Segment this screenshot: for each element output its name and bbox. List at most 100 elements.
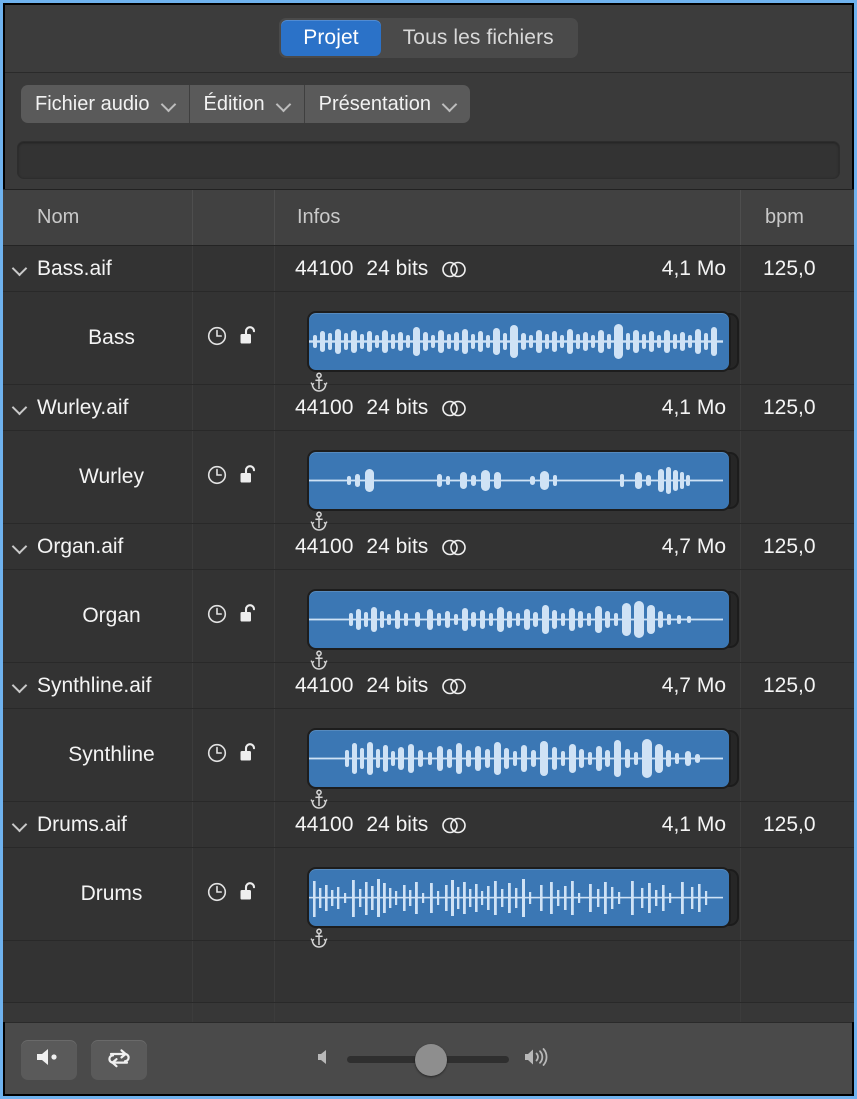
search-bar-container bbox=[3, 135, 854, 189]
file-name-cell[interactable]: Synthline.aif bbox=[3, 663, 193, 708]
sample-rate-label: 44100 bbox=[295, 396, 353, 420]
file-status-cell bbox=[193, 802, 275, 847]
stereo-icon bbox=[441, 399, 467, 416]
region-name-cell[interactable]: Organ bbox=[3, 570, 193, 662]
file-bpm-label: 125,0 bbox=[763, 257, 816, 281]
table-empty-row bbox=[3, 1003, 854, 1022]
file-status-cell bbox=[193, 663, 275, 708]
unlocked-padlock-icon[interactable] bbox=[237, 463, 261, 492]
clock-icon[interactable] bbox=[206, 464, 228, 491]
file-name-cell[interactable]: Wurley.aif bbox=[3, 385, 193, 430]
stereo-icon bbox=[441, 538, 467, 555]
table-row[interactable]: Drums.aif 44100 24 bits 4,1 Mo 125,0 bbox=[3, 802, 854, 848]
column-header-nom[interactable]: Nom bbox=[3, 190, 193, 245]
table-row[interactable]: Drums bbox=[3, 848, 854, 941]
region-status-cell bbox=[193, 292, 275, 384]
waveform-organ bbox=[309, 591, 729, 648]
waveform-synthline bbox=[309, 730, 729, 787]
column-header-status[interactable] bbox=[193, 190, 275, 245]
audio-region-clip[interactable] bbox=[307, 589, 731, 650]
speaker-dot-icon bbox=[34, 1045, 64, 1074]
menu-fichier-audio-label: Fichier audio bbox=[35, 93, 150, 116]
region-waveform-cell[interactable] bbox=[275, 431, 741, 523]
table-row[interactable]: Bass.aif 44100 24 bits 4,1 Mo 125,0 bbox=[3, 246, 854, 292]
volume-slider[interactable] bbox=[347, 1047, 509, 1073]
chevron-down-icon[interactable] bbox=[11, 816, 29, 834]
table-row[interactable]: Wurley bbox=[3, 431, 854, 524]
unlocked-padlock-icon[interactable] bbox=[237, 324, 261, 353]
region-waveform-cell[interactable] bbox=[275, 709, 741, 801]
region-waveform-cell[interactable] bbox=[275, 570, 741, 662]
loop-button[interactable] bbox=[91, 1040, 147, 1080]
bit-depth-label: 24 bits bbox=[366, 535, 428, 559]
region-status-cell bbox=[193, 848, 275, 940]
column-header-infos-label: Infos bbox=[297, 206, 340, 229]
region-bpm-cell bbox=[741, 709, 854, 801]
preview-playback-button[interactable] bbox=[21, 1040, 77, 1080]
chevron-down-icon[interactable] bbox=[11, 677, 29, 695]
region-waveform-cell[interactable] bbox=[275, 848, 741, 940]
volume-slider-knob[interactable] bbox=[415, 1044, 447, 1076]
speaker-high-icon bbox=[521, 1045, 555, 1074]
file-name-cell[interactable]: Drums.aif bbox=[3, 802, 193, 847]
file-info-cell: 44100 24 bits 4,7 Mo bbox=[275, 524, 741, 569]
region-bpm-cell bbox=[741, 570, 854, 662]
file-name-cell[interactable]: Organ.aif bbox=[3, 524, 193, 569]
waveform-bass bbox=[309, 313, 729, 370]
tab-projet[interactable]: Projet bbox=[281, 20, 380, 56]
table-row[interactable]: Synthline.aif 44100 24 bits 4,7 Mo 125,0 bbox=[3, 663, 854, 709]
file-bpm-label: 125,0 bbox=[763, 535, 816, 559]
table-row[interactable]: Bass bbox=[3, 292, 854, 385]
table-row[interactable]: Organ.aif 44100 24 bits 4,7 Mo 125,0 bbox=[3, 524, 854, 570]
chevron-down-icon[interactable] bbox=[11, 260, 29, 278]
region-name-cell[interactable]: Wurley bbox=[3, 431, 193, 523]
audio-region-clip[interactable] bbox=[307, 728, 731, 789]
file-size-label: 4,1 Mo bbox=[662, 396, 726, 420]
menu-fichier-audio[interactable]: Fichier audio bbox=[21, 85, 190, 123]
volume-control[interactable] bbox=[313, 1045, 555, 1074]
column-header-infos[interactable]: Infos bbox=[275, 190, 741, 245]
search-input[interactable] bbox=[28, 150, 829, 171]
unlocked-padlock-icon[interactable] bbox=[237, 741, 261, 770]
chevron-down-icon[interactable] bbox=[11, 399, 29, 417]
file-info-cell: 44100 24 bits 4,1 Mo bbox=[275, 385, 741, 430]
anchor-icon bbox=[309, 372, 329, 392]
view-mode-segmented-control[interactable]: Projet Tous les fichiers bbox=[279, 18, 578, 58]
table-row[interactable]: Synthline bbox=[3, 709, 854, 802]
search-field[interactable] bbox=[17, 141, 840, 179]
region-name-cell[interactable]: Synthline bbox=[3, 709, 193, 801]
chevron-down-icon[interactable] bbox=[11, 538, 29, 556]
region-status-cell bbox=[193, 570, 275, 662]
stereo-icon bbox=[441, 260, 467, 277]
clock-icon[interactable] bbox=[206, 881, 228, 908]
table-row[interactable]: Organ bbox=[3, 570, 854, 663]
audio-region-clip[interactable] bbox=[307, 450, 731, 511]
file-name-label: Bass.aif bbox=[37, 257, 112, 281]
audio-region-clip[interactable] bbox=[307, 867, 731, 928]
sample-rate-label: 44100 bbox=[295, 535, 353, 559]
clock-icon[interactable] bbox=[206, 742, 228, 769]
file-name-cell[interactable]: Bass.aif bbox=[3, 246, 193, 291]
loop-icon bbox=[105, 1045, 133, 1074]
clock-icon[interactable] bbox=[206, 325, 228, 352]
audio-region-clip[interactable] bbox=[307, 311, 731, 372]
anchor-icon bbox=[309, 650, 329, 670]
clock-icon[interactable] bbox=[206, 603, 228, 630]
tab-tous-les-fichiers[interactable]: Tous les fichiers bbox=[381, 20, 576, 56]
file-bpm-label: 125,0 bbox=[763, 674, 816, 698]
menu-presentation[interactable]: Présentation bbox=[305, 85, 470, 123]
table-row[interactable]: Wurley.aif 44100 24 bits 4,1 Mo 125,0 bbox=[3, 385, 854, 431]
column-header-nom-label: Nom bbox=[37, 206, 79, 229]
region-waveform-cell[interactable] bbox=[275, 292, 741, 384]
file-info-cell: 44100 24 bits 4,1 Mo bbox=[275, 802, 741, 847]
menu-edition[interactable]: Édition bbox=[190, 85, 305, 123]
sample-rate-label: 44100 bbox=[295, 257, 353, 281]
region-name-cell[interactable]: Bass bbox=[3, 292, 193, 384]
unlocked-padlock-icon[interactable] bbox=[237, 602, 261, 631]
region-name-cell[interactable]: Drums bbox=[3, 848, 193, 940]
unlocked-padlock-icon[interactable] bbox=[237, 880, 261, 909]
audio-file-table[interactable]: Nom Infos bpm Bass.aif 44100 24 bits bbox=[3, 189, 854, 1022]
file-name-label: Organ.aif bbox=[37, 535, 123, 559]
column-header-bpm[interactable]: bpm bbox=[741, 190, 854, 245]
waveform-wurley bbox=[309, 452, 729, 509]
